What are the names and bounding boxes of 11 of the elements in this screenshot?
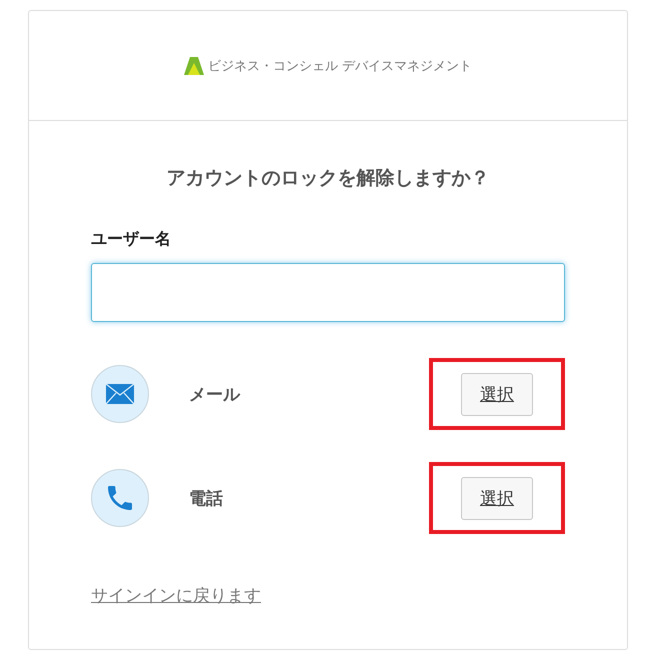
method-label: 電話 bbox=[188, 488, 224, 510]
brand-name: ビジネス・コンシェル デバイスマネジメント bbox=[208, 58, 472, 74]
logo-icon bbox=[184, 56, 204, 76]
field-label: ユーザー名 bbox=[91, 229, 172, 250]
method-label: メール bbox=[188, 384, 242, 406]
page-title: アカウントのロックを解除しますか？ bbox=[166, 166, 490, 191]
envelope-icon bbox=[106, 384, 134, 404]
select-button[interactable]: 選択 bbox=[461, 476, 533, 520]
username-field[interactable] bbox=[91, 263, 565, 322]
select-button[interactable]: 選択 bbox=[461, 372, 533, 416]
back-link[interactable]: サインインに戻ります bbox=[91, 584, 261, 607]
